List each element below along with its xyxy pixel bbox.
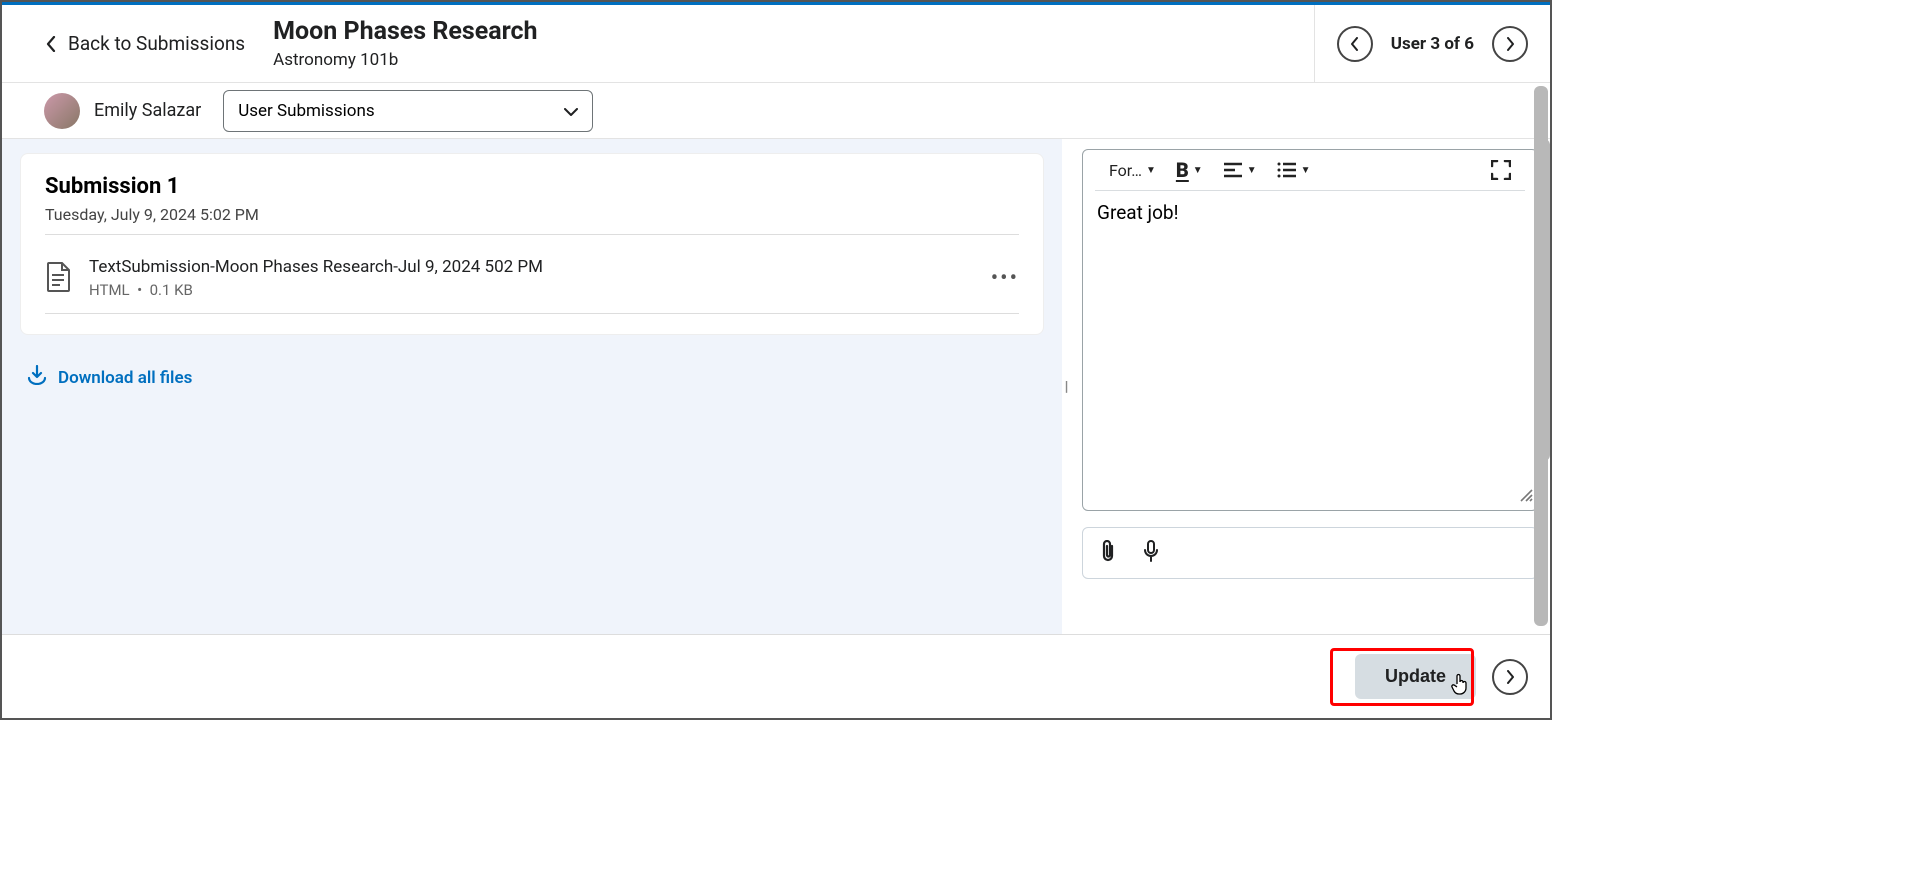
attachment-row — [1082, 527, 1538, 579]
update-button[interactable]: Update — [1355, 654, 1476, 699]
download-icon — [26, 365, 48, 390]
next-button[interactable] — [1492, 659, 1528, 695]
align-dropdown[interactable]: ▼ — [1223, 162, 1257, 178]
editor-toolbar: For… ▼ B ▼ ▼ ▼ — [1095, 150, 1525, 191]
file-info: TextSubmission-Moon Phases Research-Jul … — [89, 257, 973, 299]
user-submissions-select[interactable]: User Submissions — [223, 90, 593, 132]
submission-panel: Submission 1 Tuesday, July 9, 2024 5:02 … — [2, 139, 1062, 634]
next-user-button[interactable] — [1492, 26, 1528, 62]
title-area: Moon Phases Research Astronomy 101b — [273, 7, 1314, 80]
align-left-icon — [1223, 162, 1243, 178]
document-icon — [45, 262, 71, 296]
chevron-down-icon: ▼ — [1146, 165, 1156, 176]
chevron-down-icon: ▼ — [1247, 165, 1257, 176]
feedback-panel: For… ▼ B ▼ ▼ ▼ — [1068, 139, 1550, 634]
format-dropdown[interactable]: For… ▼ — [1109, 161, 1156, 180]
list-dropdown[interactable]: ▼ — [1277, 162, 1311, 178]
editor-body[interactable]: Great job! — [1083, 191, 1537, 510]
chevron-down-icon: ▼ — [1301, 165, 1311, 176]
chevron-down-icon: ▼ — [1193, 165, 1203, 176]
student-name: Emily Salazar — [94, 100, 201, 121]
page-scrollbar[interactable] — [1534, 86, 1548, 626]
submission-date: Tuesday, July 9, 2024 5:02 PM — [45, 205, 1019, 235]
attach-file-button[interactable] — [1099, 540, 1117, 566]
fullscreen-button[interactable] — [1491, 160, 1511, 180]
avatar — [44, 93, 80, 129]
assignment-title: Moon Phases Research — [273, 17, 1314, 46]
download-label: Download all files — [58, 368, 192, 388]
submission-card: Submission 1 Tuesday, July 9, 2024 5:02 … — [20, 153, 1044, 335]
file-row: TextSubmission-Moon Phases Research-Jul … — [45, 247, 1019, 314]
file-meta: HTML • 0.1 KB — [89, 281, 973, 299]
prev-user-button[interactable] — [1337, 26, 1373, 62]
back-to-submissions-link[interactable]: Back to Submissions — [2, 5, 273, 82]
list-icon — [1277, 162, 1297, 178]
user-submissions-label: User Submissions — [238, 101, 374, 121]
file-size: 0.1 KB — [150, 281, 193, 299]
fullscreen-icon — [1491, 160, 1511, 180]
submission-title: Submission 1 — [45, 174, 1019, 199]
record-audio-button[interactable] — [1143, 540, 1159, 566]
download-all-files-link[interactable]: Download all files — [2, 349, 1062, 406]
file-actions-menu[interactable]: ••• — [991, 266, 1019, 291]
bold-icon: B — [1176, 158, 1189, 182]
file-type: HTML — [89, 281, 130, 299]
main: Submission 1 Tuesday, July 9, 2024 5:02 … — [2, 139, 1550, 634]
chevron-down-icon — [564, 101, 578, 121]
subheader: Emily Salazar User Submissions — [2, 83, 1550, 139]
course-name: Astronomy 101b — [273, 50, 1314, 70]
back-label: Back to Submissions — [68, 32, 245, 55]
bold-dropdown[interactable]: B ▼ — [1176, 158, 1203, 182]
header: Back to Submissions Moon Phases Research… — [2, 5, 1550, 83]
splitter-handle-icon: || — [1065, 379, 1066, 395]
feedback-editor: For… ▼ B ▼ ▼ ▼ — [1082, 149, 1538, 511]
chevron-left-icon — [46, 36, 56, 52]
resize-handle-icon[interactable] — [1519, 487, 1533, 506]
file-name[interactable]: TextSubmission-Moon Phases Research-Jul … — [89, 257, 973, 277]
format-label: For… — [1109, 161, 1142, 180]
user-navigation: User 3 of 6 — [1314, 5, 1550, 82]
footer: Update — [2, 634, 1550, 718]
user-count-label: User 3 of 6 — [1391, 34, 1474, 54]
